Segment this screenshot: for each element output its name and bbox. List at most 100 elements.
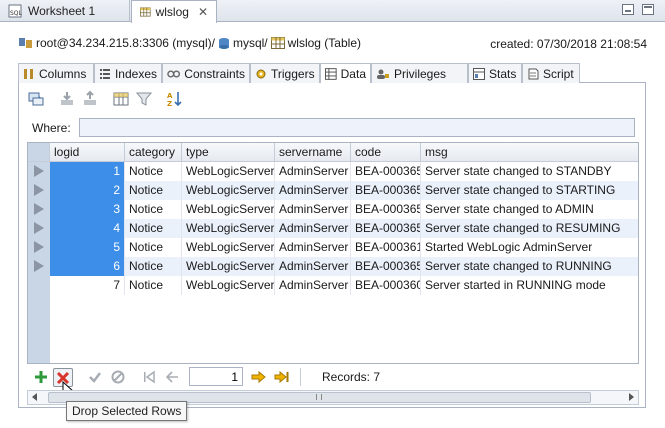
table-cell-category[interactable]: Notice — [125, 219, 182, 238]
table-cell-type[interactable]: WebLogicServer — [182, 219, 275, 238]
table-cell-msg[interactable]: Server state changed to STARTING — [421, 181, 638, 200]
table-cell-msg[interactable]: Server state changed to STANDBY — [421, 162, 638, 181]
table-cell-code[interactable]: BEA-000365 — [351, 219, 421, 238]
cancel-changes-icon[interactable] — [109, 368, 127, 386]
next-page-icon[interactable] — [250, 368, 268, 386]
tab-data[interactable]: Data — [320, 63, 371, 83]
table-cell-type[interactable]: WebLogicServer — [182, 257, 275, 276]
table-cell-logid[interactable]: 4 — [50, 219, 125, 238]
table-cell-code[interactable]: BEA-000365 — [351, 200, 421, 219]
row-selected-marker[interactable] — [34, 165, 44, 177]
table-cell-servername[interactable]: AdminServer — [275, 181, 351, 200]
page-number-input[interactable] — [189, 367, 243, 386]
row-header-corner — [28, 143, 50, 162]
scrollbar-grip — [316, 394, 322, 400]
table-cell-logid[interactable]: 3 — [50, 200, 125, 219]
tab-stats[interactable]: Stats — [468, 63, 522, 83]
last-page-icon[interactable] — [273, 368, 291, 386]
table-cell-type[interactable]: WebLogicServer — [182, 200, 275, 219]
first-page-icon[interactable] — [140, 368, 158, 386]
table-cell-logid[interactable]: 7 — [50, 276, 125, 295]
column-header-code[interactable]: code — [351, 143, 421, 162]
table-cell-msg[interactable]: Started WebLogic AdminServer — [421, 238, 638, 257]
tab-wlslog[interactable]: wlslog ✕ — [131, 0, 217, 23]
table-cell-logid[interactable]: 5 — [50, 238, 125, 257]
table-cell-logid[interactable]: 2 — [50, 181, 125, 200]
sort-icon[interactable]: A Z — [166, 90, 184, 108]
tab-script-label: Script — [543, 66, 574, 81]
scroll-right-icon[interactable] — [629, 393, 634, 401]
table-cell-category[interactable]: Notice — [125, 181, 182, 200]
column-header-servername[interactable]: servername — [275, 143, 351, 162]
table-cell-type[interactable]: WebLogicServer — [182, 276, 275, 295]
column-header-type[interactable]: type — [182, 143, 275, 162]
table-cell-msg[interactable]: Server state changed to ADMIN — [421, 200, 638, 219]
scroll-left-icon[interactable] — [32, 393, 37, 401]
table-cell-servername[interactable]: AdminServer — [275, 200, 351, 219]
table-cell-category[interactable]: Notice — [125, 238, 182, 257]
table-cell-category[interactable]: Notice — [125, 257, 182, 276]
table-cell-category[interactable]: Notice — [125, 276, 182, 295]
database-label: mysql/ — [232, 36, 268, 50]
tab-worksheet-1[interactable]: SQL Worksheet 1 — [0, 0, 130, 22]
column-header-category[interactable]: category — [125, 143, 182, 162]
table-cell-type[interactable]: WebLogicServer — [182, 162, 275, 181]
column-header-logid[interactable]: logid — [50, 143, 125, 162]
sql-worksheet-icon: SQL — [8, 4, 23, 18]
table-cell-code[interactable]: BEA-000365 — [351, 181, 421, 200]
created-timestamp: created: 07/30/2018 21:08:54 — [490, 37, 647, 51]
data-icon — [325, 67, 337, 80]
table-cell-code[interactable]: BEA-000361 — [351, 238, 421, 257]
table-cell-servername[interactable]: AdminServer — [275, 238, 351, 257]
table-cell-logid[interactable]: 6 — [50, 257, 125, 276]
table-cell-msg[interactable]: Server state changed to RUNNING — [421, 257, 638, 276]
indexes-icon — [99, 68, 110, 79]
table-cell-code[interactable]: BEA-000365 — [351, 257, 421, 276]
table-cell-code[interactable]: BEA-000365 — [351, 162, 421, 181]
data-grid[interactable]: logid category type servername code msg … — [27, 142, 639, 364]
add-row-icon[interactable] — [32, 368, 50, 386]
tab-script[interactable]: Script — [522, 63, 580, 83]
close-tab-icon[interactable]: ✕ — [198, 5, 208, 19]
tab-privileges-label: Privileges — [394, 66, 447, 81]
records-count: Records: 7 — [322, 370, 381, 384]
import-icon[interactable] — [58, 90, 76, 108]
tab-stats-label: Stats — [489, 66, 517, 81]
row-selected-marker[interactable] — [34, 241, 44, 253]
tab-constraints[interactable]: Constraints — [162, 63, 250, 83]
previous-page-icon[interactable] — [163, 368, 181, 386]
table-cell-servername[interactable]: AdminServer — [275, 276, 351, 295]
refresh-icon[interactable] — [27, 90, 45, 108]
export-icon[interactable] — [81, 90, 99, 108]
columns-icon — [24, 68, 33, 79]
filter-icon[interactable] — [135, 90, 153, 108]
apply-changes-icon[interactable] — [86, 368, 104, 386]
tab-privileges[interactable]: Privileges — [371, 63, 468, 83]
maximize-icon[interactable] — [642, 4, 654, 15]
table-cell-servername[interactable]: AdminServer — [275, 257, 351, 276]
table-cell-category[interactable]: Notice — [125, 162, 182, 181]
tab-indexes[interactable]: Indexes — [94, 63, 162, 83]
table-cell-code[interactable]: BEA-000360 — [351, 276, 421, 295]
row-selected-marker[interactable] — [34, 260, 44, 272]
filter-columns-icon[interactable] — [112, 90, 130, 108]
tab-constraints-label: Constraints — [184, 66, 245, 81]
table-cell-category[interactable]: Notice — [125, 200, 182, 219]
table-cell-logid[interactable]: 1 — [50, 162, 125, 181]
minimize-icon[interactable] — [622, 4, 634, 15]
table-cell-servername[interactable]: AdminServer — [275, 162, 351, 181]
table-cell-type[interactable]: WebLogicServer — [182, 181, 275, 200]
navigation-divider — [300, 368, 301, 386]
row-selected-marker[interactable] — [34, 222, 44, 234]
tab-columns[interactable]: Columns — [18, 63, 94, 83]
row-selected-marker[interactable] — [34, 184, 44, 196]
table-cell-msg[interactable]: Server started in RUNNING mode — [421, 276, 638, 295]
column-header-msg[interactable]: msg — [421, 143, 638, 162]
table-icon — [270, 37, 285, 49]
row-selected-marker[interactable] — [34, 203, 44, 215]
where-input[interactable] — [79, 118, 635, 137]
table-cell-servername[interactable]: AdminServer — [275, 219, 351, 238]
tab-triggers[interactable]: Triggers — [250, 63, 320, 83]
table-cell-type[interactable]: WebLogicServer — [182, 238, 275, 257]
table-cell-msg[interactable]: Server state changed to RESUMING — [421, 219, 638, 238]
